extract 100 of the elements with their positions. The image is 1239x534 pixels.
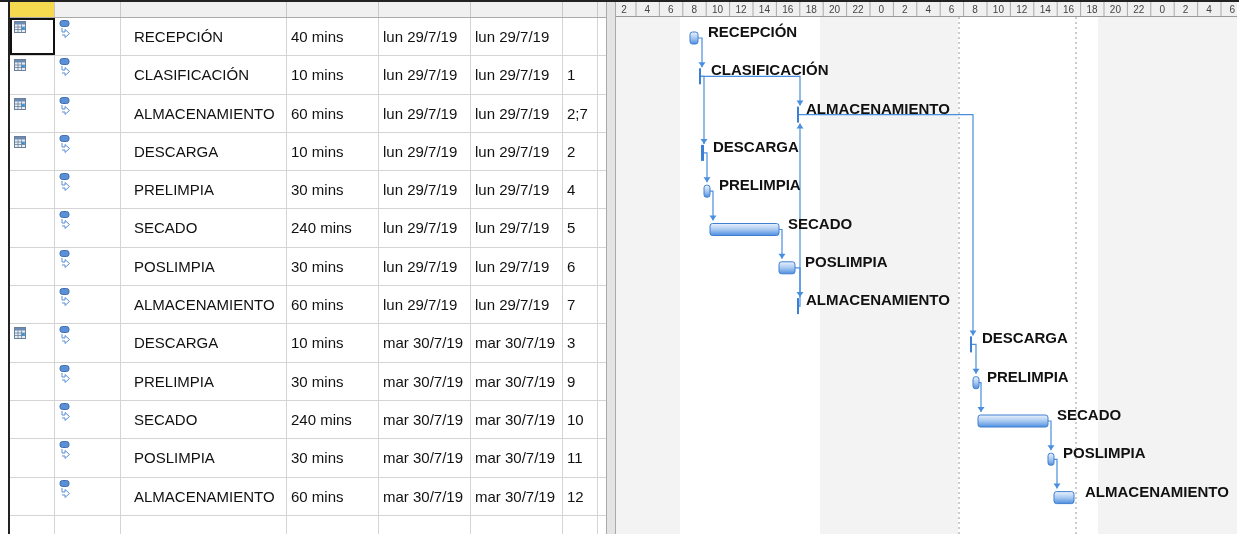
predecessors-cell: 10 (563, 400, 598, 439)
predecessors-cell: 5 (563, 209, 598, 247)
dependency-arrow (778, 228, 786, 260)
timescale-label: 14 (1039, 4, 1051, 15)
dependency-arrow (703, 152, 711, 183)
start-date-cell: lun 29/7/19 (379, 171, 471, 209)
task-bar-label: RECEPCIÓN (708, 23, 798, 40)
timescale-label: 22 (852, 4, 864, 15)
task-bar[interactable] (977, 414, 1049, 428)
finish-date-cell: lun 29/7/19 (471, 286, 563, 324)
task-name-cell: SECADO (121, 209, 287, 247)
start-date-cell: mar 30/7/19 (379, 400, 471, 439)
timescale-label: 6 (668, 4, 674, 15)
finish-date-cell: lun 29/7/19 (471, 209, 563, 247)
predecessors-cell: 2;7 (563, 94, 598, 132)
duration-cell: 30 mins (287, 362, 379, 400)
timescale-label: 12 (735, 4, 747, 15)
timescale-label: 2 (902, 4, 908, 15)
timescale-label: 10 (992, 4, 1004, 15)
timescale-label: 16 (1063, 4, 1075, 15)
task-name-cell: PRELIMPIA (121, 362, 287, 400)
finish-date-cell: lun 29/7/19 (471, 94, 563, 132)
dependency-arrow (977, 382, 985, 413)
task-bar[interactable] (701, 144, 704, 161)
indicator-cell[interactable] (10, 18, 55, 56)
dependency-arrow (971, 343, 980, 375)
timescale-label: 14 (758, 4, 770, 15)
predecessors-cell: 11 (563, 439, 598, 477)
timescale-label: 6 (1229, 4, 1236, 15)
duration-cell: 30 mins (287, 247, 379, 286)
calendar-icon (14, 327, 26, 340)
duration-cell: 240 mins (287, 209, 379, 247)
duration-cell: 30 mins (287, 439, 379, 477)
timescale-label: 20 (1109, 4, 1121, 15)
task-name-cell: DESCARGA (121, 132, 287, 171)
start-date-cell: lun 29/7/19 (379, 132, 471, 171)
finish-date-cell: lun 29/7/19 (471, 171, 563, 209)
predecessors-cell: 2 (563, 132, 598, 171)
timescale-label: 4 (1206, 4, 1212, 15)
task-bar[interactable] (972, 376, 980, 390)
task-name-cell: POSLIMPIA (121, 247, 287, 286)
task-bar[interactable] (778, 261, 796, 275)
duration-cell: 60 mins (287, 477, 379, 515)
timescale-label: 0 (1159, 4, 1165, 15)
timescale-label: 10 (712, 4, 724, 15)
finish-date-cell: lun 29/7/19 (471, 247, 563, 286)
task-bar[interactable] (689, 31, 699, 45)
duration-cell: 60 mins (287, 286, 379, 324)
timescale-label: 4 (644, 4, 651, 15)
task-bar-label: CLASIFICACIÓN (711, 61, 829, 79)
duration-cell: 10 mins (287, 132, 379, 171)
timescale-label: 2 (621, 4, 627, 15)
predecessors-cell: 3 (563, 324, 598, 362)
task-bar[interactable] (1047, 452, 1055, 466)
duration-cell: 240 mins (287, 400, 379, 439)
start-date-cell: mar 30/7/19 (379, 324, 471, 362)
timescale-label: 12 (1016, 4, 1028, 15)
task-name-cell: ALMACENAMIENTO (121, 286, 287, 324)
splitter-bar[interactable] (606, 2, 616, 534)
start-date-cell: lun 29/7/19 (379, 209, 471, 247)
finish-date-cell: mar 30/7/19 (471, 477, 563, 515)
calendar-icon (14, 97, 26, 110)
dependency-arrow (709, 190, 717, 222)
timescale-label: 18 (805, 4, 817, 15)
duration-cell: 10 mins (287, 324, 379, 362)
duration-cell: 30 mins (287, 171, 379, 209)
task-bar-label: SECADO (1057, 406, 1122, 423)
predecessors-cell: 12 (563, 477, 598, 515)
task-name-cell: ALMACENAMIENTO (121, 477, 287, 515)
task-bar-label: DESCARGA (713, 137, 799, 155)
timescale-label: 8 (691, 4, 697, 15)
dependency-arrow (1047, 420, 1055, 451)
dependency-arrow (1053, 458, 1061, 490)
task-bar[interactable] (1053, 491, 1075, 505)
finish-date-cell: mar 30/7/19 (471, 400, 563, 439)
start-date-cell: lun 29/7/19 (379, 94, 471, 132)
timescale-label: 2 (1182, 4, 1189, 15)
finish-date-cell: lun 29/7/19 (471, 132, 563, 171)
predecessors-cell: 6 (563, 247, 598, 286)
task-bar-label: POSLIMPIA (1063, 444, 1146, 462)
task-bar-label: PRELIMPIA (987, 367, 1069, 385)
finish-date-cell: mar 30/7/19 (471, 439, 563, 477)
timescale-label: 6 (948, 4, 955, 15)
predecessors-cell: 1 (563, 56, 598, 94)
task-name-cell: CLASIFICACIÓN (121, 56, 287, 94)
dependency-arrow (697, 37, 706, 68)
timescale-label: 16 (782, 4, 794, 15)
task-name-cell: POSLIMPIA (121, 439, 287, 477)
task-bar[interactable] (709, 223, 780, 236)
task-bar[interactable] (703, 184, 711, 198)
timescale-label: 22 (1133, 4, 1145, 15)
finish-date-cell: mar 30/7/19 (471, 324, 563, 362)
task-name-cell: RECEPCIÓN (121, 18, 287, 56)
start-date-cell: lun 29/7/19 (379, 18, 471, 56)
task-name-cell: PRELIMPIA (121, 171, 287, 209)
timescale-label: 4 (925, 4, 931, 15)
predecessors-cell: 7 (563, 286, 598, 324)
task-bar-label: ALMACENAMIENTO (806, 99, 950, 117)
task-name-cell: ALMACENAMIENTO (121, 94, 287, 132)
start-date-cell: lun 29/7/19 (379, 286, 471, 324)
